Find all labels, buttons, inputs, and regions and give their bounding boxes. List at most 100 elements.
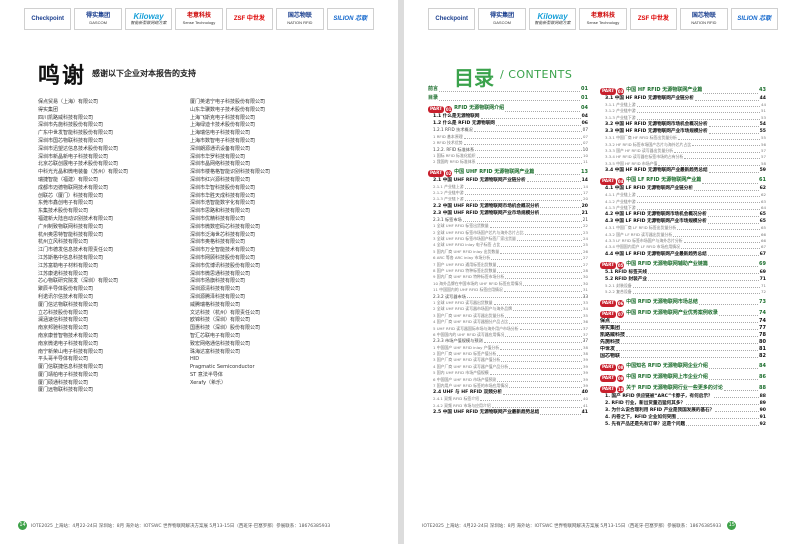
page-number: 15 — [727, 521, 737, 530]
acknowledgement-subtitle: 感谢以下企业对本报告的支持 — [92, 69, 196, 78]
toc-leader-dots — [497, 265, 583, 267]
sponsor-logo-bar-left: Checkpoint 得实集团 DASCOM Kiloway 智能新型联网络方案 老意科技… — [24, 8, 374, 30]
toc-part-heading[interactable]: PART 04 中国 LF RFID 无源物联网产业篇 61 — [600, 176, 766, 186]
toc-entry[interactable]: 4.1 中国 LF RFID 无源物联网产业链分析 62 — [600, 185, 766, 192]
toc-entry[interactable]: 1.1 什么是无源物联网 04 — [428, 113, 588, 120]
toc-entry[interactable]: 3.4 中国 HF RFID 无源物联网产业最新趋势总结 59 — [600, 167, 766, 174]
toc-page-number: 84 — [759, 362, 766, 369]
toc-entry[interactable]: 5.2.2 复合设备 72 — [600, 289, 766, 295]
toc-entry[interactable]: 2. RFID 行业，新出货量迅猛何其多？ 89 — [600, 400, 766, 407]
toc-entry-title: RFID 无源物联网介绍 — [454, 105, 505, 112]
toc-part-heading[interactable]: PART 09 中国 RFID 无源物联网上市企业介绍 86 — [600, 373, 766, 382]
toc-leader-dots — [501, 246, 583, 248]
toc-entry[interactable]: 3.1 中国 HF RFID 无源物联网产业链分析 44 — [600, 95, 766, 102]
toc-page-number: 91 — [759, 414, 766, 420]
toc-entry[interactable]: 4.3 中国 LF RFID 无源物联网产业市场规模分析 65 — [600, 218, 766, 225]
toc-page-number: 65 — [759, 219, 766, 225]
toc-leader-dots — [503, 291, 583, 293]
toc-part-heading[interactable]: PART 08 中国知名 RFID 无源物联网企业介绍 84 — [600, 362, 766, 371]
toc-leader-dots — [708, 266, 759, 268]
toc-entry[interactable]: 2 我国的 RFID 标准体系 11 — [428, 159, 588, 165]
toc-page-number: 11 — [583, 159, 588, 165]
toc-part-heading[interactable]: PART 02 中国 UHF RFID 无源物联网产业篇 13 — [428, 168, 588, 177]
company-name: 江苏斯格中信息科技有限公司 — [38, 254, 104, 261]
checkpoint-logo: Checkpoint — [428, 8, 476, 30]
toc-entry[interactable]: 2.3 中国 UHF RFID 无源物联网产业市场规模分析 21 — [428, 210, 588, 217]
toc-entry[interactable]: 目录 01 — [428, 94, 588, 102]
toc-page-number: 54 — [759, 122, 766, 128]
toc-entry[interactable]: 2.2 中国 UHF RFID 无源物联网市场机会概况分析 20 — [428, 203, 588, 210]
toc-entry[interactable]: 1.2 什么是 RFID 无源物联网 06 — [428, 120, 588, 127]
toc-leader-dots — [480, 400, 583, 402]
part-number: 10 — [617, 385, 625, 393]
toc-entry-title: 3.1 中国 HF RFID 无源物联网产业链分析 — [605, 96, 694, 101]
toc-leader-dots — [476, 163, 583, 165]
toc-entry-title: 中国 RFID 无源物联网产业优秀案例收录 — [626, 309, 718, 316]
toc-entry-title: 2.5 中国 UHF RFID 无源物联网产业最新趋势总结 — [433, 410, 540, 416]
toc-leader-dots — [636, 118, 761, 120]
toc-entry-title: 中国 RFID 无源物联网上市企业介绍 — [626, 373, 708, 380]
company-name: 欧锦科技（深圳）有限公司 — [190, 317, 251, 324]
toc-leader-dots — [463, 137, 583, 139]
toc-leader-dots — [509, 367, 583, 369]
part-tag: PART — [600, 385, 617, 393]
part-number: 09 — [617, 374, 625, 382]
toc-entry[interactable]: 2.1 中国 UHF RFID 无源物联网产业链分析 14 — [428, 177, 588, 184]
company-name: 深圳朗源通讯设备有限公司 — [190, 145, 251, 152]
toc-entry[interactable]: 先施科技 80 — [600, 339, 766, 346]
toc-page-number: 41 — [581, 410, 588, 416]
toc-leader-dots — [519, 329, 583, 331]
toc-leader-dots — [466, 297, 582, 299]
toc-part-heading[interactable]: PART 06 中国 RFID 无源物联网市场总结 73 — [600, 298, 766, 307]
company-name: 山东华骥数电子技术股份有限公司 — [190, 106, 266, 113]
toc-entry[interactable]: 3.2 中国 HF RFID 无源物联网市场机会概况分析 54 — [600, 121, 766, 128]
toc-leader-dots — [621, 329, 759, 331]
toc-entry[interactable]: 国芯物联 82 — [600, 353, 766, 360]
company-name: 得实集团 — [38, 106, 59, 113]
toc-entry[interactable]: 得实集团 77 — [600, 325, 766, 332]
toc-entry[interactable]: 凯路威科技 78 — [600, 332, 766, 339]
toc-entry[interactable]: 2.5 中国 UHF RFID 无源物联网产业最新趋势总结 41 — [428, 409, 588, 416]
toc-entry-title: 3.2 中国 HF RFID 无源物联网市场机会概况分析 — [605, 122, 708, 128]
toc-page-number: 01 — [581, 85, 588, 92]
toc-entry[interactable]: 5.2 RFID 封装产业 71 — [600, 276, 766, 283]
toc-part-heading[interactable]: PART 07 中国 RFID 无源物联网产业优秀案例收录 74 — [600, 309, 766, 318]
toc-entry-title: 中国 UHF RFID 无源物联网产业篇 — [454, 168, 535, 175]
toc-entry[interactable]: 中世发 81 — [600, 346, 766, 353]
toc-part-heading[interactable]: PART 03 中国 HF RFID 无源物联网产业篇 43 — [600, 86, 766, 95]
toc-column-2: PART 03 中国 HF RFID 无源物联网产业篇 43 3.1 中国 HF RFI… — [600, 84, 766, 428]
toc-entry[interactable]: 4.2 中国 LF RFID 无源物联网市场机会概况分析 65 — [600, 211, 766, 218]
toc-entry[interactable]: 5.1 RFID 标签天线 69 — [600, 269, 766, 276]
toc-entry-title: 中国 HF RFID 无源物联网产业篇 — [626, 87, 703, 93]
toc-part-heading[interactable]: PART 10 关于 RFID 无源物联网行业一些更多的讨论 88 — [600, 384, 766, 393]
toc-leader-dots — [636, 208, 761, 210]
company-name: 广东中世发智能科技股份有限公司 — [38, 130, 114, 137]
toc-leader-dots — [491, 259, 583, 261]
toc-entry-title: 5.2.2 复合设备 — [605, 289, 632, 295]
toc-entry[interactable]: 3. 为什么说合理利用 RFID 产业是我国发展的基石？ 90 — [600, 407, 766, 414]
toc-page-number: 92 — [759, 421, 766, 427]
toc-leader-dots — [439, 90, 581, 92]
toc-page-number: 13 — [581, 168, 588, 175]
toc-entry[interactable]: 2.4 UHF 与 HF RFID 双频分析 40 — [428, 389, 588, 396]
toc-part-heading[interactable]: PART 05 中国 RFID 无源物联网辅助产业链篇 69 — [600, 260, 766, 269]
toc-entry[interactable]: 4. 内卷之下，RFID 企业如何突围 91 — [600, 414, 766, 421]
toc-entry[interactable]: 4.4 中国 LF RFID 无源物联网产业最新趋势总结 67 — [600, 251, 766, 258]
toc-leader-dots — [509, 386, 583, 388]
toc-page-number: 20 — [581, 203, 588, 209]
toc-entry[interactable]: 5. 先有产品还是先有订单？这是个问题 92 — [600, 421, 766, 428]
company-name: 珠海达富科技有限公司 — [190, 348, 241, 355]
toc-leader-dots — [475, 150, 582, 152]
part-tag: PART — [600, 299, 617, 307]
toc-leader-dots — [698, 304, 759, 306]
toc-entry[interactable]: 1. 国产 RFID 供应链被“ARC”卡脖子，有何启示？ 88 — [600, 393, 766, 400]
toc-part-heading[interactable]: PART 01 RFID 无源物联网介绍 04 — [428, 104, 588, 114]
right-page: Checkpoint 得实集团 DASCOM Kiloway 智能新型联网络方案 老意科技… — [404, 0, 802, 544]
toc-entry[interactable]: 前言 01 — [428, 85, 588, 93]
company-name: 国惠科技（深圳）股份有限公司 — [190, 325, 261, 332]
toc-leader-dots — [658, 164, 761, 166]
toc-entry[interactable]: 保点 74 — [600, 318, 766, 325]
toc-leader-dots — [683, 241, 761, 243]
toc-entry-title: 2.4 UHF 与 HF RFID 双频分析 — [433, 390, 502, 396]
toc-entry[interactable]: 3.3 中国 HF RFID 无源物联网产业市场规模分析 55 — [600, 128, 766, 135]
